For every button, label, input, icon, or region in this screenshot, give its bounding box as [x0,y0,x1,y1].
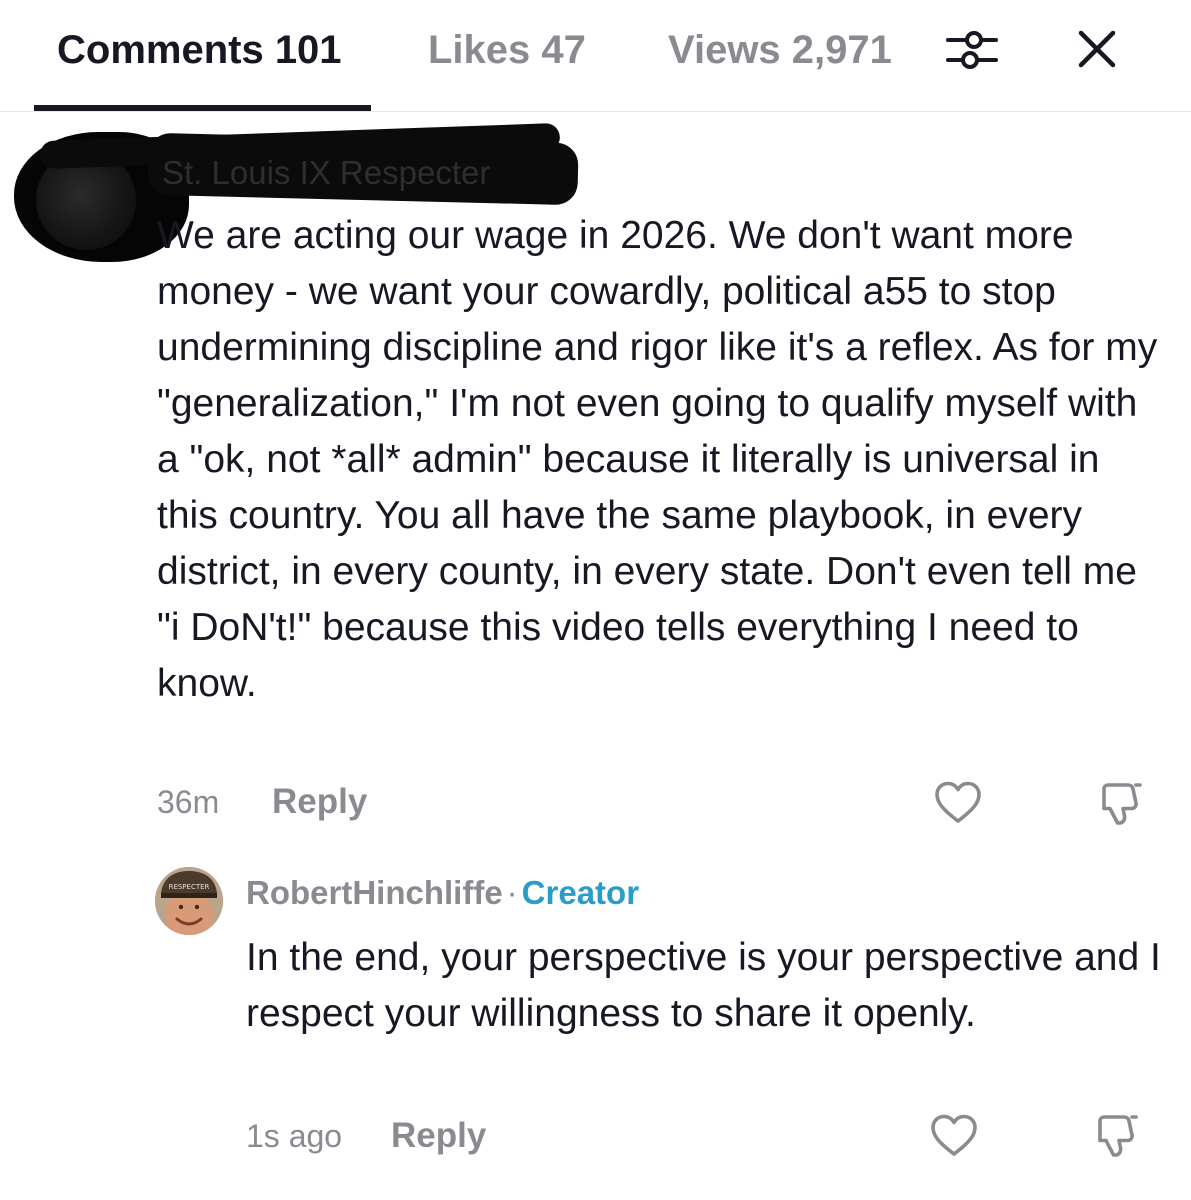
reply-text: In the end, your perspective is your per… [246,936,1161,1035]
sliders-icon[interactable] [944,26,1000,74]
reply-author-line: RobertHinchliffe · Creator [246,874,639,912]
close-icon[interactable] [1074,26,1120,72]
comment-timestamp: 36m [157,784,220,820]
heart-outline-icon[interactable] [930,1113,978,1159]
active-tab-indicator [34,105,371,111]
avatar[interactable]: RESPECTER [155,867,223,935]
separator-dot: · [506,874,518,911]
reply-button[interactable]: Reply [391,1116,486,1156]
tab-likes[interactable]: Likes 47 [428,26,586,74]
reply-button[interactable]: Reply [272,782,367,822]
reply-username[interactable]: RobertHinchliffe [246,874,503,911]
creator-avatar-image: RESPECTER [155,867,223,935]
tab-comments[interactable]: Comments 101 [57,26,342,74]
comment-username[interactable]: St. Louis IX Respecter [162,154,490,192]
reply-timestamp: 1s ago [246,1118,343,1154]
creator-badge: Creator [521,874,640,911]
thumbs-down-outline-icon[interactable] [1098,781,1144,827]
tab-views[interactable]: Views 2,971 [668,26,892,74]
avatar-cap-text: RESPECTER [169,883,210,891]
comment-text: We are acting our wage in 2026. We don't… [157,214,1158,705]
heart-outline-icon[interactable] [934,780,982,826]
thumbs-down-outline-icon[interactable] [1094,1113,1140,1159]
comments-tab-bar: Comments 101 Likes 47 Views 2,971 [0,0,1191,112]
